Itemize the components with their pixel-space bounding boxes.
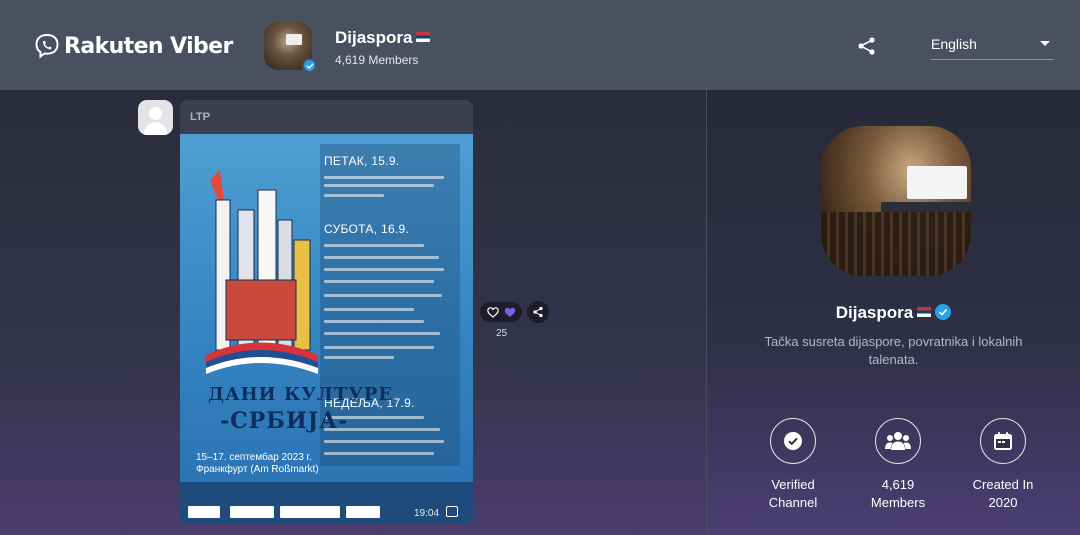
avatar-body bbox=[144, 122, 167, 135]
poster-line bbox=[324, 346, 434, 349]
channel-title: Dijaspora bbox=[335, 28, 431, 48]
member-count: 4,619 Members bbox=[335, 53, 419, 67]
panel-channel-title: Dijaspora bbox=[707, 303, 1080, 323]
header-bar: Rakuten Viber Dijaspora 4,619 Members En… bbox=[0, 0, 1080, 90]
stat-line1: Created In bbox=[972, 477, 1034, 492]
stat-line1: Verified bbox=[771, 477, 815, 492]
stage-screen-graphic bbox=[286, 34, 302, 45]
channel-avatar[interactable] bbox=[264, 22, 317, 73]
poster-line bbox=[324, 452, 434, 455]
reaction-count: 25 bbox=[496, 328, 508, 339]
poster-line bbox=[324, 320, 424, 323]
sender-avatar[interactable] bbox=[138, 100, 173, 135]
reaction-pill[interactable] bbox=[480, 302, 522, 322]
sender-name: LTP bbox=[190, 111, 210, 123]
poster-line bbox=[324, 332, 440, 335]
share-button[interactable] bbox=[856, 36, 878, 56]
stat-icon-circle bbox=[770, 418, 816, 464]
poster-line bbox=[324, 244, 424, 247]
stat-line2: Channel bbox=[768, 495, 818, 510]
stat-members: 4,619 Members bbox=[853, 418, 943, 512]
stat-icon-circle bbox=[875, 418, 921, 464]
poster-line bbox=[324, 440, 444, 443]
calendar-icon bbox=[994, 432, 1012, 450]
check-circle-icon bbox=[784, 432, 802, 450]
poster-line bbox=[324, 268, 444, 271]
poster-line bbox=[324, 280, 434, 283]
poster-title-line1: ДАНИ КУЛТУРЕ bbox=[208, 384, 394, 405]
stage-screen-graphic bbox=[907, 166, 967, 199]
poster-line bbox=[324, 308, 414, 311]
poster-line bbox=[324, 176, 444, 179]
sponsor-logo bbox=[188, 506, 220, 518]
poster-line bbox=[324, 294, 442, 297]
heart-outline-icon bbox=[486, 306, 499, 318]
message-time: 19:04 bbox=[414, 508, 440, 519]
poster-line bbox=[324, 356, 394, 359]
sponsor-logo bbox=[230, 506, 274, 518]
share-icon bbox=[533, 306, 543, 318]
serbia-flag-icon bbox=[917, 307, 932, 317]
channel-name: Dijaspora bbox=[335, 28, 413, 47]
poster-line bbox=[324, 184, 434, 187]
poster-title-line2: -СРБИЈА- bbox=[220, 408, 349, 434]
share-icon bbox=[858, 37, 875, 55]
viber-logo-icon bbox=[35, 33, 59, 59]
verified-badge-icon bbox=[935, 304, 952, 320]
poster-place: Франкфурт (Am Roßmarkt) bbox=[196, 464, 319, 475]
event-poster-image[interactable]: ПЕТАК, 15.9. СУБОТА, 16.9. НЕДЕЉА, 17.9. bbox=[180, 134, 473, 524]
message-bubble[interactable]: LTP ПЕТАК, 15.9. СУБОТА, 16.9. НЕДЕЉА, 1… bbox=[180, 100, 473, 524]
poster-line bbox=[324, 194, 384, 197]
verified-badge-icon bbox=[302, 58, 317, 73]
city-skyline-illustration bbox=[206, 170, 318, 374]
forward-icon[interactable] bbox=[446, 506, 458, 517]
poster-day-1: ПЕТАК, 15.9. bbox=[324, 154, 400, 168]
stage-graphic bbox=[881, 202, 971, 212]
avatar-head bbox=[149, 107, 162, 120]
stat-line2: 2020 bbox=[988, 495, 1018, 510]
language-select[interactable]: English bbox=[931, 30, 1054, 60]
chevron-down-icon bbox=[1040, 41, 1050, 46]
language-value: English bbox=[931, 36, 977, 52]
brand-name: Rakuten Viber bbox=[64, 33, 233, 59]
sponsor-logo bbox=[280, 506, 340, 518]
audience-graphic bbox=[821, 212, 971, 276]
serbia-flag-icon bbox=[416, 32, 431, 42]
stat-created: Created In 2020 bbox=[958, 418, 1048, 512]
channel-description: Tačka susreta dijaspore, povratnika i lo… bbox=[764, 334, 1023, 367]
poster-date: 15–17. септембар 2023 г. bbox=[196, 452, 312, 463]
stat-line1: 4,619 bbox=[881, 477, 915, 492]
poster-day-2: СУБОТА, 16.9. bbox=[324, 222, 410, 236]
message-share-button[interactable] bbox=[527, 301, 549, 323]
panel-channel-name: Dijaspora bbox=[835, 303, 914, 322]
group-icon bbox=[885, 432, 911, 450]
stat-line2: Members bbox=[870, 495, 926, 510]
purple-heart-icon bbox=[504, 307, 515, 317]
channel-cover-image[interactable] bbox=[821, 126, 971, 276]
sponsor-logo bbox=[346, 506, 380, 518]
stat-icon-circle bbox=[980, 418, 1026, 464]
rakuten-viber-logo[interactable]: Rakuten Viber bbox=[34, 33, 233, 59]
poster-line bbox=[324, 256, 439, 259]
stat-verified: Verified Channel bbox=[748, 418, 838, 512]
